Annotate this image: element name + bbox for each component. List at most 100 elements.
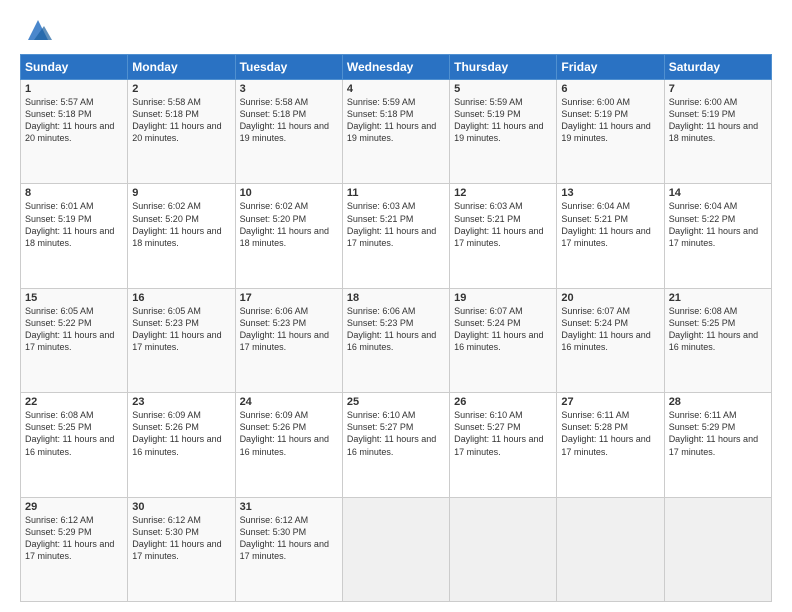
day-info: Sunrise: 6:02 AM Sunset: 5:20 PM Dayligh… (240, 200, 338, 249)
day-number: 10 (240, 187, 338, 199)
calendar-cell: 23Sunrise: 6:09 AM Sunset: 5:26 PM Dayli… (128, 393, 235, 497)
day-number: 5 (454, 83, 552, 95)
calendar-table: Sunday Monday Tuesday Wednesday Thursday… (20, 54, 772, 602)
day-number: 20 (561, 292, 659, 304)
calendar-cell: 25Sunrise: 6:10 AM Sunset: 5:27 PM Dayli… (342, 393, 449, 497)
day-info: Sunrise: 6:01 AM Sunset: 5:19 PM Dayligh… (25, 200, 123, 249)
calendar-cell: 3Sunrise: 5:58 AM Sunset: 5:18 PM Daylig… (235, 80, 342, 184)
day-info: Sunrise: 6:03 AM Sunset: 5:21 PM Dayligh… (454, 200, 552, 249)
day-number: 21 (669, 292, 767, 304)
day-number: 27 (561, 396, 659, 408)
col-thursday: Thursday (450, 55, 557, 80)
calendar-cell (557, 497, 664, 601)
col-wednesday: Wednesday (342, 55, 449, 80)
calendar-cell: 9Sunrise: 6:02 AM Sunset: 5:20 PM Daylig… (128, 184, 235, 288)
day-info: Sunrise: 6:07 AM Sunset: 5:24 PM Dayligh… (561, 305, 659, 354)
day-number: 1 (25, 83, 123, 95)
day-info: Sunrise: 6:10 AM Sunset: 5:27 PM Dayligh… (454, 409, 552, 458)
calendar-cell: 21Sunrise: 6:08 AM Sunset: 5:25 PM Dayli… (664, 288, 771, 392)
day-number: 13 (561, 187, 659, 199)
page: Sunday Monday Tuesday Wednesday Thursday… (0, 0, 792, 612)
day-info: Sunrise: 6:08 AM Sunset: 5:25 PM Dayligh… (25, 409, 123, 458)
day-number: 23 (132, 396, 230, 408)
calendar-cell: 22Sunrise: 6:08 AM Sunset: 5:25 PM Dayli… (21, 393, 128, 497)
calendar-row-4: 22Sunrise: 6:08 AM Sunset: 5:25 PM Dayli… (21, 393, 772, 497)
calendar-row-1: 1Sunrise: 5:57 AM Sunset: 5:18 PM Daylig… (21, 80, 772, 184)
calendar-header-row: Sunday Monday Tuesday Wednesday Thursday… (21, 55, 772, 80)
calendar-cell: 18Sunrise: 6:06 AM Sunset: 5:23 PM Dayli… (342, 288, 449, 392)
calendar-cell: 14Sunrise: 6:04 AM Sunset: 5:22 PM Dayli… (664, 184, 771, 288)
calendar-row-3: 15Sunrise: 6:05 AM Sunset: 5:22 PM Dayli… (21, 288, 772, 392)
day-info: Sunrise: 6:02 AM Sunset: 5:20 PM Dayligh… (132, 200, 230, 249)
col-sunday: Sunday (21, 55, 128, 80)
calendar-cell: 12Sunrise: 6:03 AM Sunset: 5:21 PM Dayli… (450, 184, 557, 288)
calendar-row-2: 8Sunrise: 6:01 AM Sunset: 5:19 PM Daylig… (21, 184, 772, 288)
day-number: 29 (25, 501, 123, 513)
calendar-cell: 6Sunrise: 6:00 AM Sunset: 5:19 PM Daylig… (557, 80, 664, 184)
day-info: Sunrise: 6:06 AM Sunset: 5:23 PM Dayligh… (347, 305, 445, 354)
calendar-cell: 30Sunrise: 6:12 AM Sunset: 5:30 PM Dayli… (128, 497, 235, 601)
day-number: 14 (669, 187, 767, 199)
day-number: 17 (240, 292, 338, 304)
day-info: Sunrise: 6:11 AM Sunset: 5:29 PM Dayligh… (669, 409, 767, 458)
day-info: Sunrise: 6:06 AM Sunset: 5:23 PM Dayligh… (240, 305, 338, 354)
calendar-cell: 4Sunrise: 5:59 AM Sunset: 5:18 PM Daylig… (342, 80, 449, 184)
day-number: 9 (132, 187, 230, 199)
calendar-cell: 10Sunrise: 6:02 AM Sunset: 5:20 PM Dayli… (235, 184, 342, 288)
day-number: 7 (669, 83, 767, 95)
day-info: Sunrise: 6:04 AM Sunset: 5:22 PM Dayligh… (669, 200, 767, 249)
day-number: 26 (454, 396, 552, 408)
day-info: Sunrise: 6:11 AM Sunset: 5:28 PM Dayligh… (561, 409, 659, 458)
day-number: 25 (347, 396, 445, 408)
day-number: 3 (240, 83, 338, 95)
day-info: Sunrise: 6:08 AM Sunset: 5:25 PM Dayligh… (669, 305, 767, 354)
calendar-cell: 29Sunrise: 6:12 AM Sunset: 5:29 PM Dayli… (21, 497, 128, 601)
day-number: 24 (240, 396, 338, 408)
day-number: 16 (132, 292, 230, 304)
calendar-cell: 5Sunrise: 5:59 AM Sunset: 5:19 PM Daylig… (450, 80, 557, 184)
calendar-cell: 31Sunrise: 6:12 AM Sunset: 5:30 PM Dayli… (235, 497, 342, 601)
day-info: Sunrise: 5:58 AM Sunset: 5:18 PM Dayligh… (240, 96, 338, 145)
header (20, 16, 772, 44)
col-monday: Monday (128, 55, 235, 80)
day-info: Sunrise: 6:12 AM Sunset: 5:30 PM Dayligh… (240, 514, 338, 563)
day-info: Sunrise: 6:00 AM Sunset: 5:19 PM Dayligh… (669, 96, 767, 145)
day-number: 6 (561, 83, 659, 95)
day-number: 2 (132, 83, 230, 95)
day-info: Sunrise: 5:57 AM Sunset: 5:18 PM Dayligh… (25, 96, 123, 145)
calendar-cell: 19Sunrise: 6:07 AM Sunset: 5:24 PM Dayli… (450, 288, 557, 392)
day-number: 8 (25, 187, 123, 199)
calendar-row-5: 29Sunrise: 6:12 AM Sunset: 5:29 PM Dayli… (21, 497, 772, 601)
day-info: Sunrise: 6:05 AM Sunset: 5:22 PM Dayligh… (25, 305, 123, 354)
calendar-cell: 1Sunrise: 5:57 AM Sunset: 5:18 PM Daylig… (21, 80, 128, 184)
col-tuesday: Tuesday (235, 55, 342, 80)
calendar-cell: 15Sunrise: 6:05 AM Sunset: 5:22 PM Dayli… (21, 288, 128, 392)
day-info: Sunrise: 6:10 AM Sunset: 5:27 PM Dayligh… (347, 409, 445, 458)
calendar-cell (450, 497, 557, 601)
col-friday: Friday (557, 55, 664, 80)
calendar-cell: 7Sunrise: 6:00 AM Sunset: 5:19 PM Daylig… (664, 80, 771, 184)
day-info: Sunrise: 6:03 AM Sunset: 5:21 PM Dayligh… (347, 200, 445, 249)
calendar-cell: 13Sunrise: 6:04 AM Sunset: 5:21 PM Dayli… (557, 184, 664, 288)
calendar-cell: 16Sunrise: 6:05 AM Sunset: 5:23 PM Dayli… (128, 288, 235, 392)
col-saturday: Saturday (664, 55, 771, 80)
day-info: Sunrise: 6:09 AM Sunset: 5:26 PM Dayligh… (132, 409, 230, 458)
logo-icon (24, 16, 52, 44)
day-number: 4 (347, 83, 445, 95)
day-info: Sunrise: 6:12 AM Sunset: 5:30 PM Dayligh… (132, 514, 230, 563)
day-number: 22 (25, 396, 123, 408)
calendar-cell: 24Sunrise: 6:09 AM Sunset: 5:26 PM Dayli… (235, 393, 342, 497)
day-number: 19 (454, 292, 552, 304)
day-number: 18 (347, 292, 445, 304)
day-number: 31 (240, 501, 338, 513)
day-number: 12 (454, 187, 552, 199)
day-info: Sunrise: 6:05 AM Sunset: 5:23 PM Dayligh… (132, 305, 230, 354)
calendar-cell (664, 497, 771, 601)
calendar-cell: 17Sunrise: 6:06 AM Sunset: 5:23 PM Dayli… (235, 288, 342, 392)
day-info: Sunrise: 5:59 AM Sunset: 5:19 PM Dayligh… (454, 96, 552, 145)
day-number: 15 (25, 292, 123, 304)
day-info: Sunrise: 6:04 AM Sunset: 5:21 PM Dayligh… (561, 200, 659, 249)
day-info: Sunrise: 6:07 AM Sunset: 5:24 PM Dayligh… (454, 305, 552, 354)
calendar-cell: 8Sunrise: 6:01 AM Sunset: 5:19 PM Daylig… (21, 184, 128, 288)
calendar-cell: 27Sunrise: 6:11 AM Sunset: 5:28 PM Dayli… (557, 393, 664, 497)
